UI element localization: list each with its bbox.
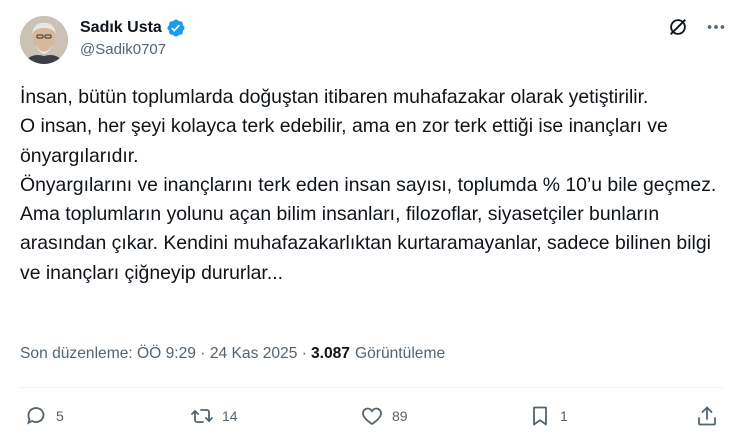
like-count: 89 [392,408,408,424]
reply-button[interactable]: 5 [24,404,64,428]
top-actions [667,16,727,38]
display-name[interactable]: Sadık Usta [80,19,162,37]
author-info: Sadık Usta @Sadik0707 [80,18,186,58]
repost-count: 14 [222,408,238,424]
avatar[interactable] [20,16,68,64]
share-icon [698,406,716,426]
edited-timestamp[interactable]: Son düzenleme: ÖÖ 9:29 · 24 Kas 2025 · [20,345,307,363]
repost-icon [191,409,213,423]
share-button[interactable] [695,404,719,428]
handle[interactable]: @Sadik0707 [80,41,186,58]
reply-count: 5 [56,408,64,424]
views-label: Görüntüleme [354,345,446,362]
tweet-header: Sadık Usta @Sadik0707 [20,16,727,64]
bookmark-icon [533,406,547,426]
views-count: 3.087 [310,345,350,362]
heart-icon [362,407,382,426]
more-options-icon[interactable] [705,16,727,38]
like-button[interactable]: 89 [360,404,408,428]
verified-badge-icon [166,18,186,38]
bookmark-count: 1 [560,408,568,424]
repost-button[interactable]: 14 [190,404,238,428]
grok-icon[interactable] [667,16,689,38]
reply-icon [27,407,45,425]
divider [20,387,723,388]
tweet-text: İnsan, bütün toplumlarda doğuştan itibar… [20,86,717,284]
bookmark-button[interactable]: 1 [528,404,568,428]
tweet-meta: Son düzenleme: ÖÖ 9:29 · 24 Kas 2025 · 3… [20,345,445,363]
